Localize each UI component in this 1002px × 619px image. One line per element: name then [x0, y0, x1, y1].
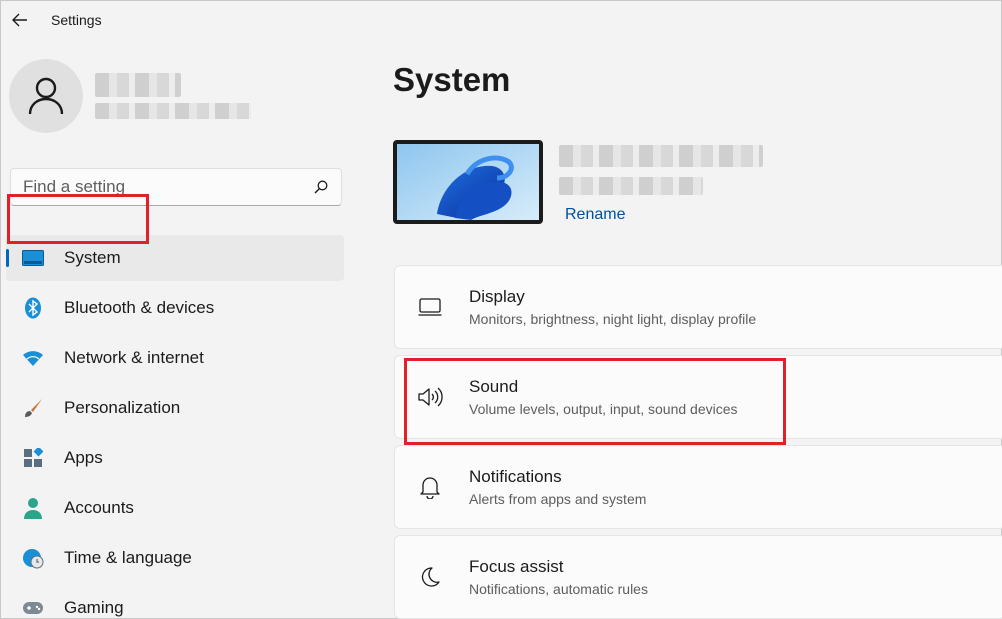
card-text: Focus assist Notifications, automatic ru… [469, 557, 648, 597]
sidebar-item-accounts[interactable]: Accounts [6, 485, 344, 531]
wifi-icon [22, 347, 44, 369]
sidebar-item-label: System [64, 248, 121, 267]
card-title: Notifications [469, 467, 562, 486]
bluetooth-icon [22, 297, 44, 319]
search-input[interactable] [23, 177, 313, 197]
settings-card-display[interactable]: Display Monitors, brightness, night ligh… [394, 265, 1002, 349]
sidebar-item-system[interactable]: System [6, 235, 344, 281]
settings-card-notifications[interactable]: Notifications Alerts from apps and syste… [394, 445, 1002, 529]
device-info [559, 145, 763, 195]
back-arrow-icon [12, 13, 27, 27]
paintbrush-icon [22, 397, 44, 419]
back-button[interactable] [1, 1, 39, 39]
sidebar-item-bluetooth-devices[interactable]: Bluetooth & devices [6, 285, 344, 331]
settings-card-sound[interactable]: Sound Volume levels, output, input, soun… [394, 355, 1002, 439]
card-text: Display Monitors, brightness, night ligh… [469, 287, 756, 327]
gamepad-icon [22, 597, 44, 619]
sidebar-item-time-language[interactable]: Time & language [6, 535, 344, 581]
card-title: Display [469, 287, 525, 306]
sidebar-item-label: Time & language [64, 548, 192, 567]
card-subtitle: Volume levels, output, input, sound devi… [469, 401, 738, 417]
search-box[interactable] [10, 168, 342, 206]
avatar[interactable] [9, 59, 83, 133]
redacted-user-email [95, 103, 251, 119]
card-text: Sound Volume levels, output, input, soun… [469, 377, 738, 417]
search-icon[interactable] [313, 179, 329, 195]
sidebar-item-label: Gaming [64, 598, 124, 617]
app-title: Settings [51, 12, 102, 28]
bell-icon [417, 474, 443, 500]
rename-link[interactable]: Rename [565, 206, 625, 224]
profile-text [95, 73, 251, 119]
sidebar-item-label: Network & internet [64, 348, 204, 367]
account-icon [22, 497, 44, 519]
redacted-device-name [559, 145, 763, 167]
card-title: Sound [469, 377, 519, 396]
sidebar-item-network-internet[interactable]: Network & internet [6, 335, 344, 381]
globe-clock-icon [22, 547, 44, 569]
card-subtitle: Monitors, brightness, night light, displ… [469, 311, 757, 327]
sidebar: System Bluetooth & devices Network & int… [1, 39, 353, 619]
user-profile[interactable] [9, 59, 251, 133]
sidebar-item-gaming[interactable]: Gaming [6, 585, 344, 619]
main-content: System Rename Display Monitors, brightne… [353, 39, 1002, 619]
sidebar-item-label: Bluetooth & devices [64, 298, 215, 317]
monitor-icon [417, 294, 443, 320]
sidebar-item-apps[interactable]: Apps [6, 435, 344, 481]
system-display-icon [22, 247, 44, 269]
speaker-icon [417, 384, 443, 410]
device-wallpaper-thumbnail [393, 140, 543, 224]
title-bar: Settings [1, 1, 1001, 39]
moon-icon [417, 564, 443, 590]
sidebar-item-personalization[interactable]: Personalization [6, 385, 344, 431]
redacted-user-name [95, 73, 181, 97]
card-subtitle: Notifications, automatic rules [469, 581, 648, 597]
sidebar-nav: System Bluetooth & devices Network & int… [6, 235, 344, 619]
sidebar-item-label: Personalization [64, 398, 181, 417]
sidebar-item-label: Accounts [64, 498, 134, 517]
page-title: System [393, 61, 511, 98]
sidebar-item-label: Apps [64, 448, 103, 467]
redacted-device-model [559, 177, 703, 195]
apps-icon [22, 447, 44, 469]
settings-card-focus-assist[interactable]: Focus assist Notifications, automatic ru… [394, 535, 1002, 619]
card-subtitle: Alerts from apps and system [469, 491, 647, 507]
card-title: Focus assist [469, 557, 564, 576]
card-text: Notifications Alerts from apps and syste… [469, 467, 646, 507]
user-avatar-icon [28, 77, 64, 115]
